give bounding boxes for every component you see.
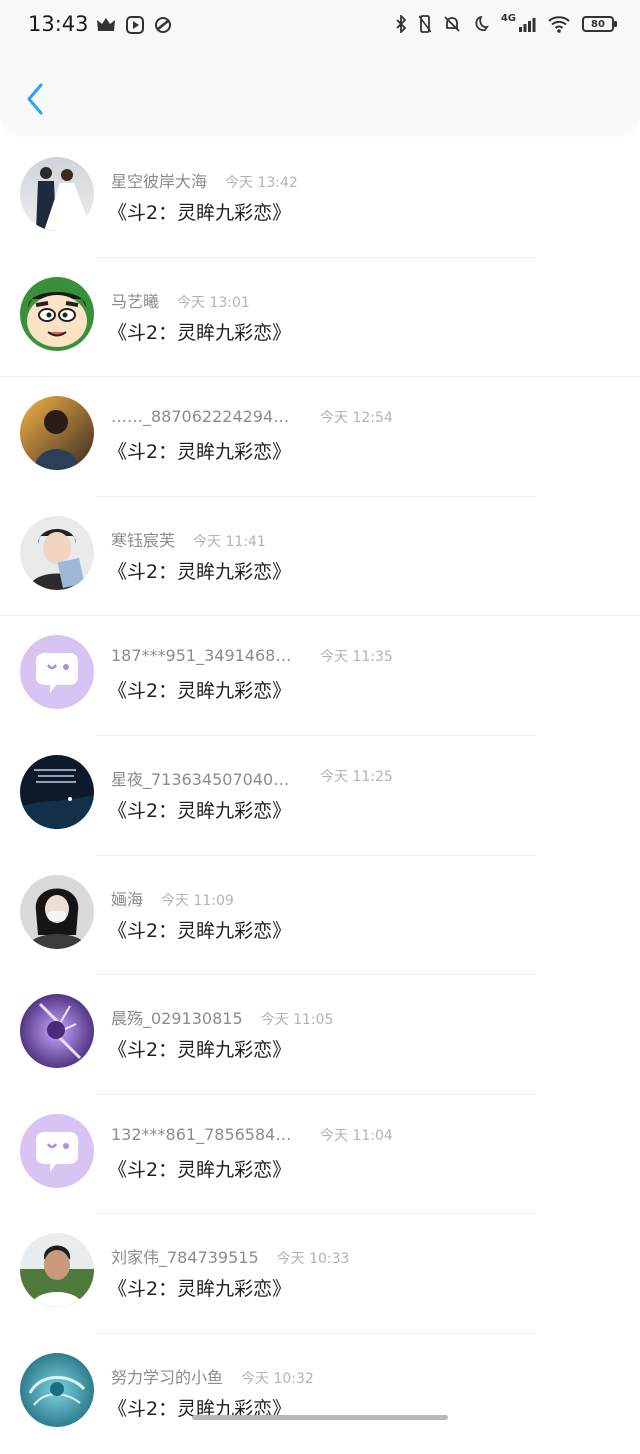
media-icon	[126, 16, 144, 34]
sync-icon	[155, 17, 171, 33]
name-line: 星空彼岸大海 今天 13:42	[111, 168, 298, 192]
avatar[interactable]	[20, 1352, 94, 1427]
name-line: 婳海 今天 11:09	[111, 886, 234, 910]
avatar[interactable]	[20, 515, 94, 590]
crown-icon	[97, 18, 115, 31]
vibrate-off-icon	[418, 15, 431, 33]
list-item[interactable]: 晨殇_029130815 今天 11:05 《斗2：灵眸九彩恋》	[0, 975, 640, 1095]
message-time: 今天 12:54	[320, 410, 393, 427]
avatar[interactable]	[20, 276, 94, 351]
back-button[interactable]	[18, 78, 52, 120]
list-item[interactable]: 马艺曦 今天 13:01 《斗2：灵眸九彩恋》	[0, 258, 640, 378]
message-time: 今天 10:33	[276, 1251, 350, 1268]
battery-level: 80	[591, 18, 605, 30]
sender-name: 187***951_3491468…	[111, 646, 292, 666]
sender-name: 刘家伟_784739515	[111, 1248, 259, 1268]
home-indicator[interactable]	[192, 1415, 448, 1420]
sender-name: 婳海	[111, 889, 144, 909]
sender-name: 晨殇_029130815	[111, 1009, 243, 1029]
avatar[interactable]	[20, 635, 94, 710]
status-left-icons	[96, 16, 172, 34]
message-list: 星空彼岸大海 今天 13:42 《斗2：灵眸九彩恋》 马艺曦 今天 13:01	[0, 138, 640, 1454]
message-time: 今天 13:42	[225, 175, 298, 191]
message-time: 今天 11:04	[320, 1127, 393, 1144]
avatar[interactable]	[20, 994, 94, 1069]
signal-icon	[519, 18, 536, 32]
list-item[interactable]: 星夜_713634507040… 今天 11:25 《斗2：灵眸九彩恋》	[0, 736, 640, 856]
name-line: 寒钰宸芙 今天 11:41	[111, 527, 266, 551]
status-bar: 13:43 4G 80	[0, 0, 640, 52]
list-item[interactable]: 刘家伟_784739515 今天 10:33 《斗2：灵眸九彩恋》	[0, 1214, 640, 1334]
avatar[interactable]	[20, 1113, 94, 1188]
message-text: 《斗2：灵眸九彩恋》	[108, 919, 292, 942]
message-time: 今天 13:01	[177, 294, 250, 311]
bluetooth-icon	[396, 15, 407, 33]
message-time: 今天 11:05	[260, 1012, 334, 1029]
name-line: 132***861_7856584… 今天 11:04	[111, 1124, 393, 1144]
message-text: 《斗2：灵眸九彩恋》	[108, 799, 292, 822]
message-time: 今天 11:25	[320, 768, 393, 785]
status-time: 13:43	[28, 12, 89, 36]
moon-icon	[475, 16, 489, 31]
message-text: 《斗2：灵眸九彩恋》	[108, 202, 292, 224]
sender-name: 努力学习的小鱼	[111, 1367, 224, 1387]
avatar[interactable]	[20, 874, 94, 949]
name-line: 马艺曦 今天 13:01	[111, 288, 250, 312]
message-text: 《斗2：灵眸九彩恋》	[108, 441, 292, 464]
name-line: 努力学习的小鱼 今天 10:32	[111, 1364, 314, 1388]
sender-name: 寒钰宸芙	[111, 530, 176, 550]
message-time: 今天 10:32	[241, 1370, 314, 1387]
list-item[interactable]: ……_887062224294… 今天 12:54 《斗2：灵眸九彩恋》	[0, 377, 640, 497]
name-line: 187***951_3491468… 今天 11:35	[111, 646, 393, 666]
message-text: 《斗2：灵眸九彩恋》	[108, 1039, 292, 1062]
list-item[interactable]: 星空彼岸大海 今天 13:42 《斗2：灵眸九彩恋》	[0, 138, 640, 258]
message-text: 《斗2：灵眸九彩恋》	[108, 1278, 292, 1301]
message-time: 今天 11:09	[161, 892, 234, 909]
avatar[interactable]	[20, 157, 94, 231]
message-text: 《斗2：灵眸九彩恋》	[108, 560, 292, 583]
message-time: 今天 11:41	[193, 533, 266, 550]
sender-name: ……_887062224294…	[111, 407, 290, 427]
sender-name: 132***861_7856584…	[111, 1124, 292, 1144]
wifi-icon	[548, 16, 570, 33]
avatar[interactable]	[20, 1233, 94, 1308]
status-right-icons: 4G 80	[395, 12, 617, 33]
chevron-left-icon	[27, 83, 43, 115]
name-line: ……_887062224294… 今天 12:54	[111, 407, 393, 427]
message-text: 《斗2：灵眸九彩恋》	[108, 680, 292, 703]
list-item[interactable]: 努力学习的小鱼 今天 10:32 《斗2：灵眸九彩恋》	[0, 1334, 640, 1454]
list-item[interactable]: 132***861_7856584… 今天 11:04 《斗2：灵眸九彩恋》	[0, 1095, 640, 1215]
message-time: 今天 11:35	[320, 649, 393, 666]
list-item[interactable]: 187***951_3491468… 今天 11:35 《斗2：灵眸九彩恋》	[0, 616, 640, 736]
name-line: 晨殇_029130815 今天 11:05	[111, 1005, 333, 1029]
name-line: 刘家伟_784739515 今天 10:33	[111, 1244, 349, 1268]
list-item[interactable]: 婳海 今天 11:09 《斗2：灵眸九彩恋》	[0, 856, 640, 976]
mute-icon	[444, 16, 460, 32]
network-type: 4G	[500, 12, 516, 24]
message-text: 《斗2：灵眸九彩恋》	[108, 1158, 292, 1181]
top-bar	[0, 52, 640, 134]
message-text: 《斗2：灵眸九彩恋》	[108, 321, 292, 344]
name-line: 星夜_713634507040… 今天 11:25	[111, 766, 393, 790]
list-item[interactable]: 寒钰宸芙 今天 11:41 《斗2：灵眸九彩恋》	[0, 497, 640, 617]
avatar[interactable]	[20, 396, 94, 471]
battery-icon: 80	[582, 16, 617, 32]
sender-name: 马艺曦	[111, 291, 160, 311]
sender-name: 星夜_713634507040…	[111, 769, 290, 789]
sender-name: 星空彼岸大海	[111, 172, 208, 191]
avatar[interactable]	[20, 754, 94, 829]
